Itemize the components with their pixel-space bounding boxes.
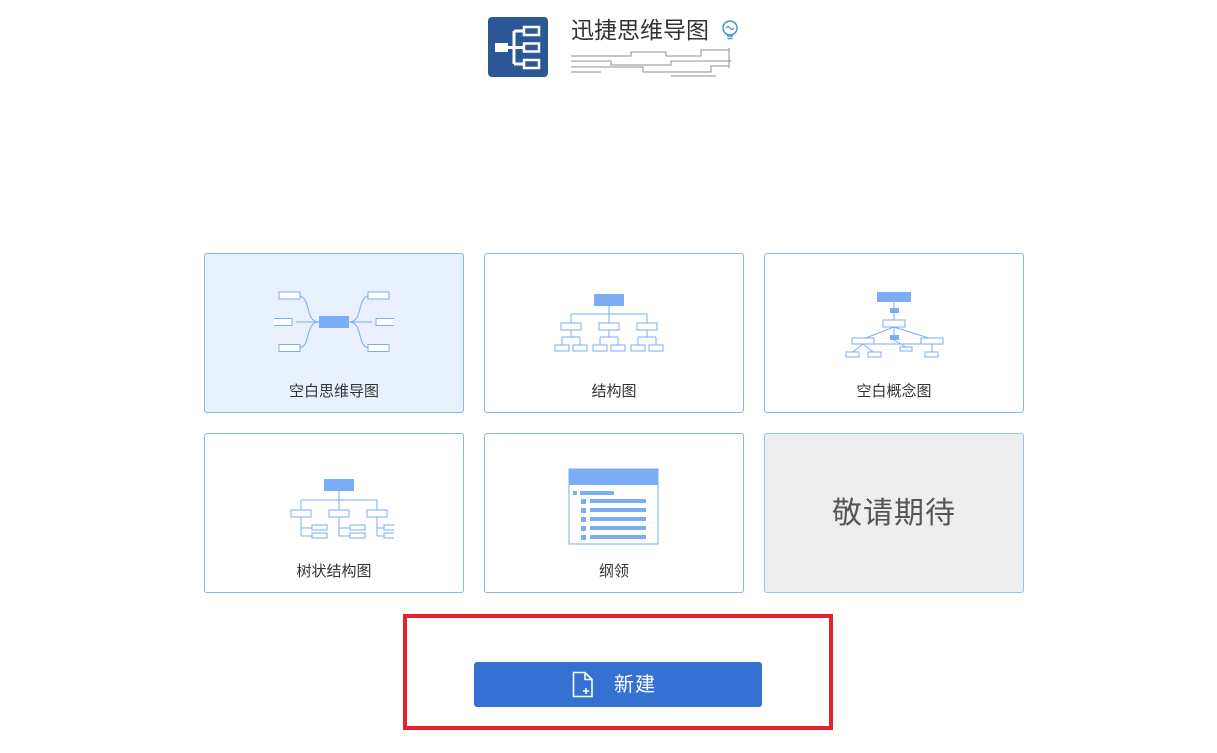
create-button-label: 新建 <box>614 674 656 696</box>
template-label: 树状结构图 <box>296 562 372 580</box>
template-label: 空白概念图 <box>856 382 932 400</box>
concept-map-template-icon <box>765 254 1023 374</box>
org-chart-template-icon <box>485 254 743 374</box>
brand-circuit-decoration <box>571 48 736 82</box>
create-new-button[interactable]: 新建 <box>474 662 762 707</box>
template-label: 纲领 <box>598 562 629 580</box>
lightbulb-icon <box>721 20 739 46</box>
outline-template-icon <box>485 434 743 554</box>
template-label: 空白思维导图 <box>288 382 379 400</box>
brand-title: 迅捷思维导图 <box>571 18 709 44</box>
mindmap-logo-icon <box>488 17 548 77</box>
coming-soon-text: 敬请期待 <box>832 496 956 531</box>
template-card-tree-chart[interactable]: 树状结构图 <box>204 433 464 593</box>
template-card-outline[interactable]: 纲领 <box>484 433 744 593</box>
new-file-icon <box>572 671 594 701</box>
brand-header: 迅捷思维导图 <box>488 16 748 80</box>
tree-chart-template-icon <box>205 434 463 554</box>
template-card-coming-soon: 敬请期待 <box>764 433 1024 593</box>
template-card-blank-mindmap[interactable]: 空白思维导图 <box>204 253 464 413</box>
template-card-blank-concept-map[interactable]: 空白概念图 <box>764 253 1024 413</box>
mindmap-template-icon <box>205 254 463 374</box>
template-card-org-chart[interactable]: 结构图 <box>484 253 744 413</box>
template-label: 结构图 <box>591 382 637 400</box>
new-document-page: 迅捷思维导图 空白思维导图 结构图 空白概念图 树状结构图 纲领 敬请期待 新建 <box>0 0 1217 753</box>
create-area-highlight: 新建 <box>403 614 833 730</box>
